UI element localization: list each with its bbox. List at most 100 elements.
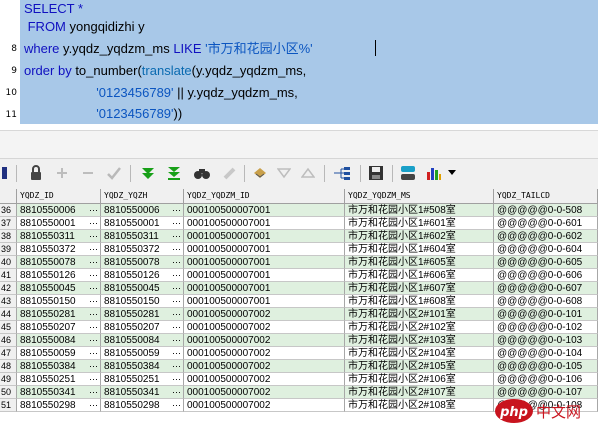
cell-yqdz-yqdzm-id[interactable]: 000100500007001 (184, 256, 345, 269)
cell-yqdz-yqzh[interactable]: 8810550298 ⋯ (101, 399, 184, 412)
cell-yqdz-yqdzm-ms[interactable]: 市万和花园小区1#608室 (345, 295, 494, 308)
column-header-yqdz-yqdzm-ms[interactable]: YQDZ_YQDZM_MS (345, 189, 494, 203)
cell-yqdz-tailcd[interactable]: @@@@@0-0-101 (494, 308, 598, 321)
cell-yqdz-yqzh[interactable]: 8810550372 ⋯ (101, 243, 184, 256)
cell-ellipsis-button[interactable]: ⋯ (172, 217, 181, 229)
row-number[interactable]: 50 (0, 386, 17, 399)
table-row[interactable]: 40 8810550078 ⋯ 8810550078 ⋯ 000100500007001 市… (0, 256, 598, 269)
cell-ellipsis-button[interactable]: ⋯ (172, 282, 181, 294)
cell-ellipsis-button[interactable]: ⋯ (89, 282, 98, 294)
cell-yqdz-tailcd[interactable]: @@@@@0-0-601 (494, 217, 598, 230)
cell-yqdz-id[interactable]: 8810550372 ⋯ (17, 243, 101, 256)
cell-ellipsis-button[interactable]: ⋯ (89, 295, 98, 307)
cell-yqdz-yqdzm-ms[interactable]: 市万和花园小区2#102室 (345, 321, 494, 334)
cell-yqdz-yqzh[interactable]: 8810550281 ⋯ (101, 308, 184, 321)
cell-yqdz-yqdzm-id[interactable]: 000100500007001 (184, 295, 345, 308)
cell-ellipsis-button[interactable]: ⋯ (172, 204, 181, 216)
code-line[interactable]: SELECT * (24, 0, 83, 18)
cell-ellipsis-button[interactable]: ⋯ (89, 334, 98, 346)
cell-ellipsis-button[interactable]: ⋯ (89, 204, 98, 216)
cell-yqdz-id[interactable]: 8810550341 ⋯ (17, 386, 101, 399)
cell-yqdz-yqdzm-id[interactable]: 000100500007002 (184, 321, 345, 334)
table-row[interactable]: 43 8810550150 ⋯ 8810550150 ⋯ 000100500007001 市… (0, 295, 598, 308)
cell-ellipsis-button[interactable]: ⋯ (172, 334, 181, 346)
cell-yqdz-yqdzm-id[interactable]: 000100500007001 (184, 269, 345, 282)
table-row[interactable]: 45 8810550207 ⋯ 8810550207 ⋯ 000100500007002 市… (0, 321, 598, 334)
cell-yqdz-yqdzm-ms[interactable]: 市万和花园小区1#602室 (345, 230, 494, 243)
clear-icon[interactable] (220, 163, 240, 183)
row-number[interactable]: 40 (0, 256, 17, 269)
chart-dropdown-icon[interactable] (446, 163, 458, 183)
row-number[interactable]: 42 (0, 282, 17, 295)
cell-yqdz-id[interactable]: 8810550207 ⋯ (17, 321, 101, 334)
cell-yqdz-tailcd[interactable]: @@@@@0-0-607 (494, 282, 598, 295)
cell-yqdz-id[interactable]: 8810550298 ⋯ (17, 399, 101, 412)
cell-yqdz-tailcd[interactable]: @@@@@0-0-608 (494, 295, 598, 308)
result-grid[interactable]: YQDZ_ID YQDZ_YQZH YQDZ_YQDZM_ID YQDZ_YQD… (0, 189, 598, 429)
cell-ellipsis-button[interactable]: ⋯ (89, 360, 98, 372)
cell-yqdz-yqdzm-ms[interactable]: 市万和花园小区2#105室 (345, 360, 494, 373)
cell-yqdz-yqdzm-id[interactable]: 000100500007002 (184, 347, 345, 360)
query-plan-icon[interactable] (332, 163, 352, 183)
sql-editor[interactable]: 8 9 10 11 SELECT * FROM yongqidizhi y where … (0, 0, 598, 130)
cell-ellipsis-button[interactable]: ⋯ (172, 295, 181, 307)
cell-ellipsis-button[interactable]: ⋯ (172, 360, 181, 372)
table-row[interactable]: 38 8810550311 ⋯ 8810550311 ⋯ 000100500007001 市… (0, 230, 598, 243)
cell-yqdz-yqzh[interactable]: 8810550006 ⋯ (101, 204, 184, 217)
cell-yqdz-yqdzm-id[interactable]: 000100500007001 (184, 282, 345, 295)
confirm-icon[interactable] (104, 163, 124, 183)
row-number[interactable]: 36 (0, 204, 17, 217)
row-number[interactable]: 37 (0, 217, 17, 230)
cell-yqdz-id[interactable]: 8810550084 ⋯ (17, 334, 101, 347)
cell-yqdz-tailcd[interactable]: @@@@@0-0-105 (494, 360, 598, 373)
cell-yqdz-yqdzm-ms[interactable]: 市万和花园小区2#104室 (345, 347, 494, 360)
cell-yqdz-id[interactable]: 8810550281 ⋯ (17, 308, 101, 321)
table-row[interactable]: 49 8810550251 ⋯ 8810550251 ⋯ 000100500007002 市… (0, 373, 598, 386)
cell-ellipsis-button[interactable]: ⋯ (172, 230, 181, 242)
cell-ellipsis-button[interactable]: ⋯ (89, 386, 98, 398)
cell-yqdz-tailcd[interactable]: @@@@@0-0-605 (494, 256, 598, 269)
cell-yqdz-yqzh[interactable]: 8810550045 ⋯ (101, 282, 184, 295)
cell-ellipsis-button[interactable]: ⋯ (89, 347, 98, 359)
cell-ellipsis-button[interactable]: ⋯ (89, 230, 98, 242)
cell-yqdz-id[interactable]: 8810550384 ⋯ (17, 360, 101, 373)
cell-yqdz-yqdzm-id[interactable]: 000100500007001 (184, 217, 345, 230)
column-header-yqdz-id[interactable]: YQDZ_ID (17, 189, 101, 203)
cell-yqdz-id[interactable]: 8810550311 ⋯ (17, 230, 101, 243)
table-row[interactable]: 48 8810550384 ⋯ 8810550384 ⋯ 000100500007002 市… (0, 360, 598, 373)
cell-yqdz-yqdzm-id[interactable]: 000100500007002 (184, 308, 345, 321)
table-row[interactable]: 37 8810550001 ⋯ 8810550001 ⋯ 000100500007001 市… (0, 217, 598, 230)
cell-ellipsis-button[interactable]: ⋯ (89, 256, 98, 268)
table-row[interactable]: 46 8810550084 ⋯ 8810550084 ⋯ 000100500007002 市… (0, 334, 598, 347)
cell-yqdz-yqdzm-ms[interactable]: 市万和花园小区2#107室 (345, 386, 494, 399)
sort-down-icon[interactable] (298, 163, 318, 183)
cell-yqdz-yqdzm-id[interactable]: 000100500007001 (184, 204, 345, 217)
cell-yqdz-yqdzm-ms[interactable]: 市万和花园小区2#108室 (345, 399, 494, 412)
table-row[interactable]: 47 8810550059 ⋯ 8810550059 ⋯ 000100500007002 市… (0, 347, 598, 360)
find-icon[interactable] (192, 163, 212, 183)
cell-yqdz-yqdzm-ms[interactable]: 市万和花园小区1#601室 (345, 217, 494, 230)
save-icon[interactable] (366, 163, 386, 183)
cell-yqdz-yqdzm-ms[interactable]: 市万和花园小区2#103室 (345, 334, 494, 347)
cell-ellipsis-button[interactable]: ⋯ (172, 269, 181, 281)
cell-yqdz-tailcd[interactable]: @@@@@0-0-602 (494, 230, 598, 243)
cell-yqdz-tailcd[interactable]: @@@@@0-0-103 (494, 334, 598, 347)
cell-ellipsis-button[interactable]: ⋯ (89, 373, 98, 385)
code-line[interactable]: where y.yqdz_yqdzm_ms LIKE '市万和花园小区%' (24, 40, 313, 58)
cell-yqdz-yqdzm-ms[interactable]: 市万和花园小区1#605室 (345, 256, 494, 269)
pane-splitter[interactable] (0, 130, 598, 159)
row-number[interactable]: 43 (0, 295, 17, 308)
cell-yqdz-tailcd[interactable]: @@@@@0-0-106 (494, 373, 598, 386)
row-number[interactable]: 46 (0, 334, 17, 347)
cell-yqdz-yqdzm-id[interactable]: 000100500007002 (184, 399, 345, 412)
code-line[interactable]: '0123456789' || y.yqdz_yqdzm_ms, (24, 84, 298, 102)
cell-yqdz-yqdzm-ms[interactable]: 市万和花园小区1#607室 (345, 282, 494, 295)
chart-icon[interactable] (424, 163, 444, 183)
code-line[interactable]: order by to_number(translate(y.yqdz_yqdz… (24, 62, 306, 80)
cell-yqdz-tailcd[interactable]: @@@@@0-0-104 (494, 347, 598, 360)
cell-ellipsis-button[interactable]: ⋯ (89, 321, 98, 333)
cell-yqdz-tailcd[interactable]: @@@@@0-0-508 (494, 204, 598, 217)
cell-yqdz-yqzh[interactable]: 8810550311 ⋯ (101, 230, 184, 243)
cell-yqdz-yqdzm-id[interactable]: 000100500007002 (184, 360, 345, 373)
cell-yqdz-yqdzm-ms[interactable]: 市万和花园小区2#101室 (345, 308, 494, 321)
